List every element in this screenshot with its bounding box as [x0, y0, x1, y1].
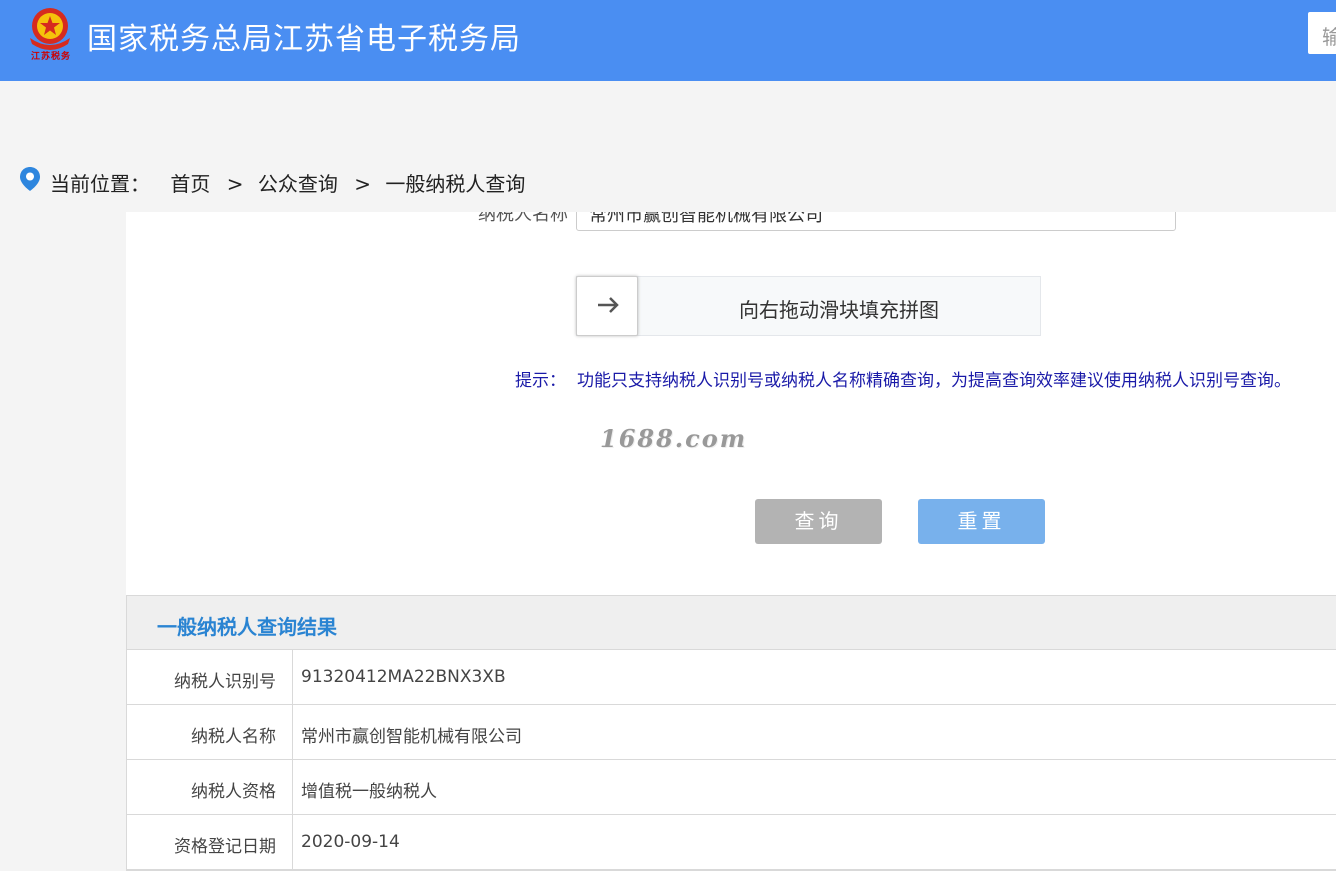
row-label: 纳税人资格	[127, 760, 293, 814]
hint-text: 功能只支持纳税人识别号或纳税人名称精确查询，为提高查询效率建议使用纳税人识别号查…	[577, 371, 1291, 391]
reset-button[interactable]: 重置	[918, 499, 1045, 544]
query-button[interactable]: 查询	[755, 499, 882, 544]
taxpayer-name-label: 纳税人名称	[478, 212, 568, 225]
slider-instruction: 向右拖动滑块填充拼图	[739, 298, 939, 322]
table-row: 纳税人资格 增值税一般纳税人	[127, 760, 1336, 815]
row-label: 资格登记日期	[127, 815, 293, 869]
row-label: 纳税人名称	[127, 705, 293, 759]
top-header: 江苏税务 国家税务总局江苏省电子税务局 输	[0, 0, 1336, 81]
row-label: 纳税人识别号	[127, 650, 293, 704]
breadcrumb-separator: >	[354, 172, 371, 196]
result-table: 一般纳税人查询结果 纳税人识别号 91320412MA22BNX3XB 纳税人名…	[126, 595, 1336, 871]
row-value: 91320412MA22BNX3XB	[301, 667, 506, 687]
breadcrumb-current: 一般纳税人查询	[385, 172, 526, 196]
table-row: 纳税人名称 常州市赢创智能机械有限公司	[127, 705, 1336, 760]
table-row: 资格登记日期 2020-09-14	[127, 815, 1336, 870]
breadcrumb-public-query-link[interactable]: 公众查询	[258, 172, 338, 196]
breadcrumb-lead: 当前位置：	[50, 172, 150, 196]
location-pin-icon	[20, 167, 40, 191]
hint-label: 提示：	[515, 371, 566, 391]
logo-caption: 江苏税务	[30, 52, 71, 62]
breadcrumb-separator: >	[226, 172, 244, 196]
table-row: 纳税人识别号 91320412MA22BNX3XB	[127, 650, 1336, 705]
taxpayer-name-input[interactable]	[576, 212, 1176, 231]
result-title: 一般纳税人查询结果	[127, 596, 1336, 650]
watermark: 1688.com	[600, 424, 748, 453]
query-panel: 纳税人名称 向右拖动滑块填充拼图 提示： 功能只支持纳税人识别号或纳税人名称精确…	[126, 212, 1336, 871]
breadcrumb-home-link[interactable]: 首页	[170, 172, 210, 196]
captcha-slider[interactable]: 向右拖动滑块填充拼图	[576, 276, 1041, 336]
slider-handle[interactable]	[576, 276, 638, 336]
site-title: 国家税务总局江苏省电子税务局	[87, 22, 521, 57]
header-search-input[interactable]: 输	[1308, 12, 1336, 54]
row-value: 常州市赢创智能机械有限公司	[301, 727, 522, 747]
arrow-right-icon	[598, 297, 619, 313]
breadcrumb: 当前位置： 首页 > 公众查询 > 一般纳税人查询	[50, 168, 531, 197]
row-value: 增值税一般纳税人	[301, 782, 437, 802]
row-value: 2020-09-14	[301, 832, 400, 852]
